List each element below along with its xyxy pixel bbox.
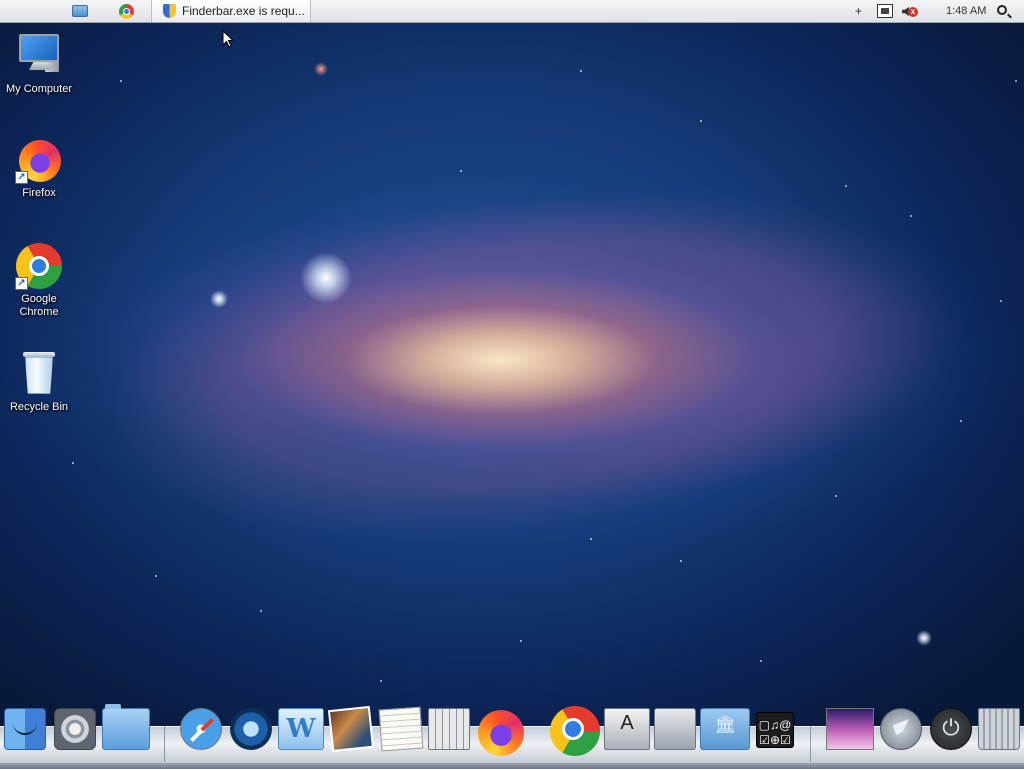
chrome-icon[interactable] [119,4,134,19]
chrome-icon: ↗ [15,242,63,290]
spotlight-search-icon[interactable] [997,5,1007,15]
app-store-icon [604,708,650,750]
tray-expand-icon[interactable]: + [855,4,862,18]
taskbar-button-finderbar[interactable]: Finderbar.exe is requ... [151,0,311,22]
shortcut-arrow-icon: ↗ [15,171,28,184]
launchpad-icon [880,708,922,750]
desktop-icon-label: Firefox [22,187,56,199]
desktop-icon-google-chrome[interactable]: ↗ Google Chrome [0,242,78,319]
dock-item-app-store[interactable] [604,708,650,750]
trash-icon [978,708,1020,750]
star [460,170,462,172]
dock-separator [164,726,165,762]
dock-item-applications[interactable] [102,704,150,750]
star [155,575,157,577]
star [1015,80,1017,82]
dock-item-launchpad[interactable] [880,708,922,750]
dock-item-calculator[interactable] [428,708,470,750]
folder-icon[interactable] [72,5,88,17]
dock-item-chrome[interactable] [550,706,600,756]
desktop-icon-label: Recycle Bin [9,401,69,413]
finder-icon [4,708,46,750]
firefox-icon: ↗ [15,136,63,184]
desktop-icon-firefox[interactable]: ↗ Firefox [0,136,78,200]
star [700,120,702,122]
clock[interactable]: 1:48 AM [946,5,986,17]
dock-item-widgets[interactable]: ▢♫@ ☑⊕☑ [756,712,794,748]
apple-icon[interactable] [19,2,35,18]
mute-badge-icon: x [908,7,918,17]
dock-item-trash[interactable] [978,708,1020,750]
system-preferences-icon [54,708,96,750]
bright-star [300,252,352,304]
bright-star [210,290,228,308]
dock-item-safari[interactable] [180,708,222,750]
word-icon [278,708,324,750]
desktop-icon-recycle-bin[interactable]: Recycle Bin [0,350,78,414]
star [680,560,682,562]
calculator-icon [428,708,470,750]
dock-item-disk-utility[interactable] [654,708,696,750]
image-icon [826,708,874,750]
dock-item-quicktime[interactable] [230,708,272,750]
menubar: Finderbar.exe is requ... + x 1:48 AM [0,0,1024,23]
star [380,680,382,682]
volume-muted-icon[interactable]: x [902,4,918,19]
star [120,80,122,82]
bright-star [916,630,932,646]
star [590,538,592,540]
desktop-wallpaper [0,0,1024,768]
dock-item-power[interactable] [930,708,972,750]
star [835,495,837,497]
textedit-icon [378,706,424,752]
star [72,462,74,464]
dock-item-word[interactable] [278,708,324,750]
dock-item-library[interactable] [700,708,750,750]
star [1000,300,1002,302]
bright-star [314,62,328,76]
applications-folder-icon [102,704,150,750]
dock-item-firefox[interactable] [478,710,524,756]
dock-item-system-preferences[interactable] [54,708,96,750]
chrome-icon [550,706,600,756]
star [260,610,262,612]
photo-viewer-icon [327,705,375,753]
desktop-icon-my-computer[interactable]: My Computer [0,32,78,96]
network-icon[interactable] [877,4,893,18]
star [845,185,847,187]
desktop-icon-label: My Computer [5,83,73,95]
dock-item-textedit[interactable] [378,706,424,752]
shortcut-arrow-icon: ↗ [15,277,28,290]
shield-icon [163,4,176,18]
computer-icon [15,32,63,80]
desktop-icon-label: Google Chrome [19,293,59,318]
taskbar-button-label: Finderbar.exe is requ... [182,4,305,18]
power-icon [930,708,972,750]
firefox-icon [478,710,524,756]
quicktime-icon [230,708,272,750]
widgets-icon: ▢♫@ ☑⊕☑ [756,712,794,748]
disk-utility-icon [654,708,696,750]
dock-item-photo-viewer[interactable] [327,705,375,753]
star [580,70,582,72]
galaxy-image [91,143,969,587]
star [760,660,762,662]
recycle-bin-icon [15,350,63,398]
dock-item-finder[interactable] [4,708,46,750]
dock-item-image[interactable] [826,708,874,750]
library-folder-icon [700,708,750,750]
dock-separator [810,726,811,762]
star [960,420,962,422]
star [520,640,522,642]
star [910,215,912,217]
safari-icon [180,708,222,750]
